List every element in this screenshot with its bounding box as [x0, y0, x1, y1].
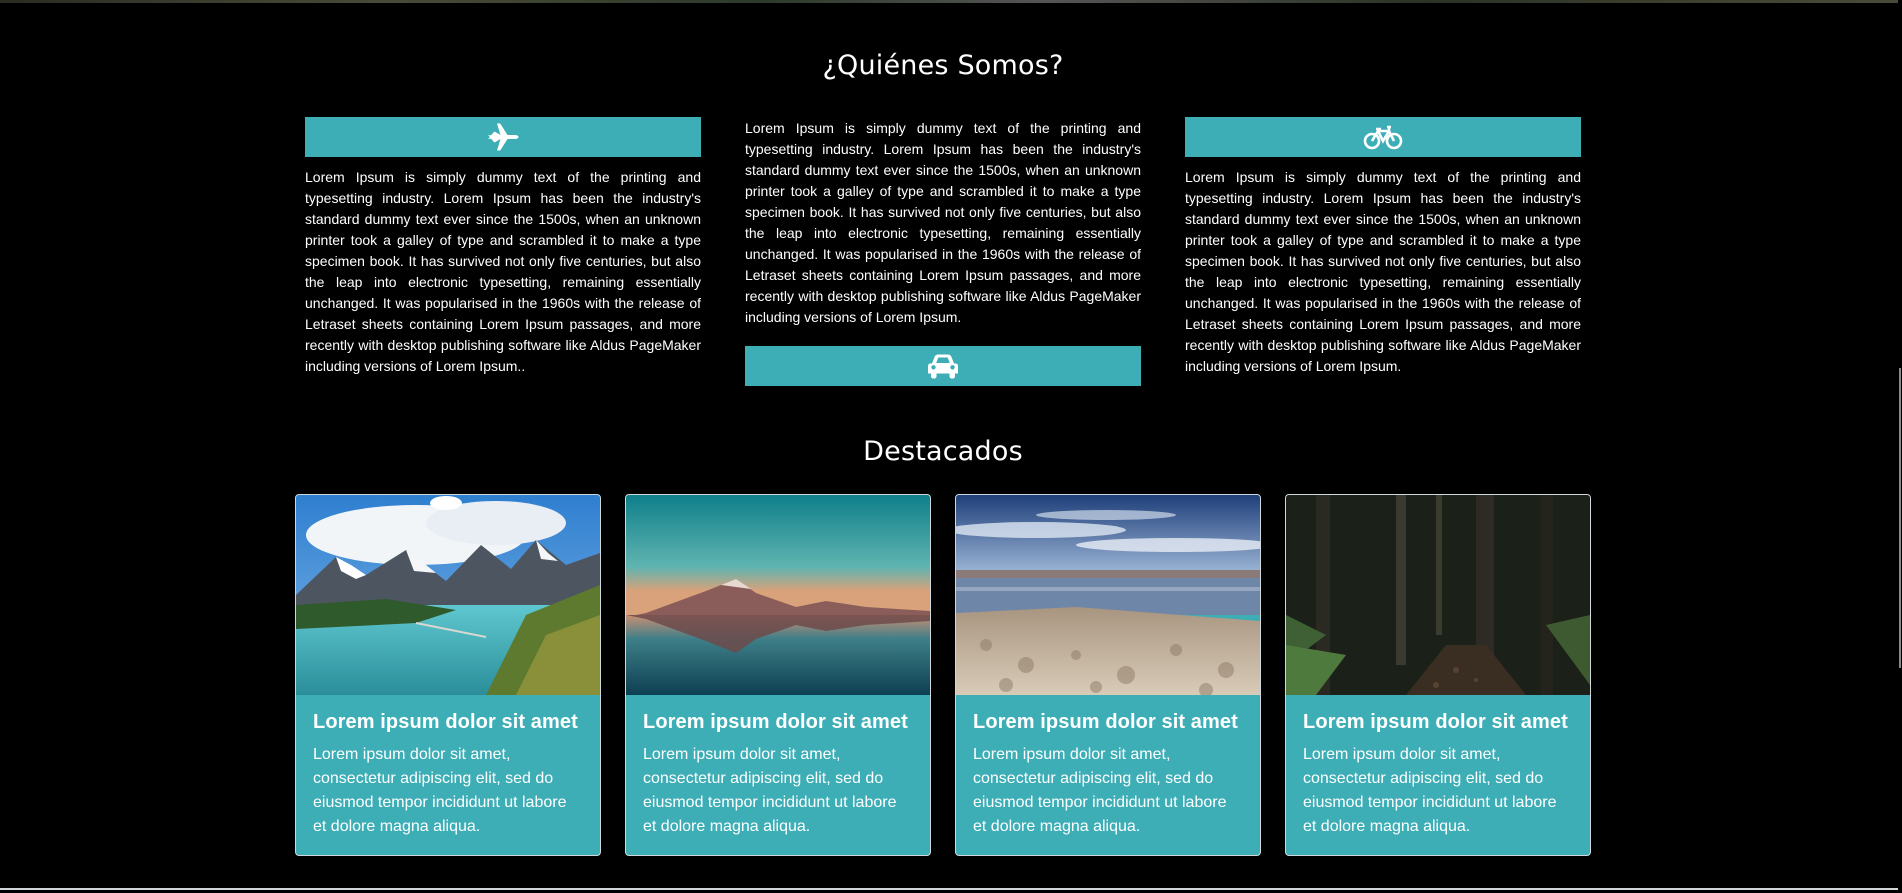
- card-title: Lorem ipsum dolor sit amet: [973, 711, 1238, 733]
- car-icon: [928, 354, 958, 379]
- featured-card[interactable]: Lorem ipsum dolor sit amet Lorem ipsum d…: [295, 494, 601, 856]
- about-column-drive: Lorem Ipsum is simply dummy text of the …: [745, 118, 1141, 386]
- scrollbar[interactable]: [1898, 0, 1902, 893]
- featured-card[interactable]: Lorem ipsum dolor sit amet Lorem ipsum d…: [625, 494, 931, 856]
- about-text: Lorem Ipsum is simply dummy text of the …: [305, 169, 701, 374]
- card-title: Lorem ipsum dolor sit amet: [313, 711, 578, 733]
- featured-section-title: Destacados: [863, 436, 1023, 467]
- plane-icon-bar: [305, 117, 701, 157]
- salt-flat-photo: [956, 495, 1260, 695]
- featured-card[interactable]: Lorem ipsum dolor sit amet Lorem ipsum d…: [1285, 494, 1591, 856]
- card-text: Lorem ipsum dolor sit amet, consectetur …: [313, 746, 567, 835]
- scrollbar-thumb[interactable]: [1899, 368, 1901, 668]
- header-image-edge: [0, 0, 1902, 3]
- bicycle-icon: [1363, 125, 1403, 150]
- card-title: Lorem ipsum dolor sit amet: [643, 711, 908, 733]
- featured-card[interactable]: Lorem ipsum dolor sit amet Lorem ipsum d…: [955, 494, 1261, 856]
- card-text: Lorem ipsum dolor sit amet, consectetur …: [973, 746, 1227, 835]
- section-divider: [0, 888, 1902, 890]
- card-text: Lorem ipsum dolor sit amet, consectetur …: [1303, 746, 1557, 835]
- about-text: Lorem Ipsum is simply dummy text of the …: [1185, 169, 1581, 374]
- about-column-travel: Lorem Ipsum is simply dummy text of the …: [305, 117, 701, 377]
- volcano-reflection-photo: [626, 495, 930, 695]
- card-text: Lorem ipsum dolor sit amet, consectetur …: [643, 746, 897, 835]
- car-icon-bar: [745, 346, 1141, 386]
- bicycle-icon-bar: [1185, 117, 1581, 157]
- about-column-bike: Lorem Ipsum is simply dummy text of the …: [1185, 117, 1581, 377]
- plane-icon: [488, 123, 519, 151]
- about-text: Lorem Ipsum is simply dummy text of the …: [745, 120, 1141, 325]
- mountain-lake-photo: [296, 495, 600, 695]
- card-title: Lorem ipsum dolor sit amet: [1303, 711, 1568, 733]
- forest-path-photo: [1286, 495, 1590, 695]
- about-section-title: ¿Quiénes Somos?: [822, 50, 1064, 81]
